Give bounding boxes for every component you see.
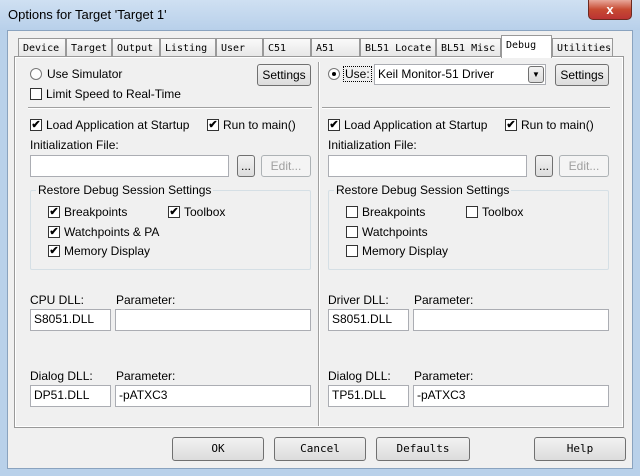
divider <box>318 62 320 426</box>
browse-button[interactable]: ... <box>535 155 553 177</box>
parameter-label: Parameter: <box>116 293 176 307</box>
separator <box>28 107 312 109</box>
watchpoints-label: Watchpoints & PA <box>64 225 160 239</box>
init-file-label: Initialization File: <box>328 138 417 152</box>
tab-output[interactable]: Output <box>112 38 160 57</box>
memory-display-label: Memory Display <box>362 244 449 258</box>
load-application-checkbox[interactable]: ✔ <box>328 119 340 131</box>
load-application-label: Load Application at Startup <box>344 118 488 132</box>
watchpoints-label: Watchpoints <box>362 225 428 239</box>
use-simulator-label[interactable]: Use Simulator <box>47 67 122 81</box>
toolbox-label: Toolbox <box>184 205 226 219</box>
breakpoints-label: Breakpoints <box>64 205 128 219</box>
close-button[interactable]: x <box>588 0 632 20</box>
driver-select[interactable]: Keil Monitor-51 Driver <box>374 64 546 85</box>
dialog-dll-input[interactable]: TP51.DLL <box>328 385 409 407</box>
init-file-label: Initialization File: <box>30 138 119 152</box>
run-to-main-label: Run to main() <box>521 118 594 132</box>
parameter-input[interactable] <box>413 309 609 331</box>
dialog-dll-label: Dialog DLL: <box>30 369 93 383</box>
use-driver-label[interactable]: Use: <box>343 66 372 82</box>
toolbox-label: Toolbox <box>482 205 524 219</box>
memory-display-checkbox[interactable] <box>346 245 358 257</box>
tab-bl51-misc[interactable]: BL51 Misc <box>436 38 501 57</box>
breakpoints-checkbox[interactable] <box>346 206 358 218</box>
memory-display-checkbox[interactable]: ✔ <box>48 245 60 257</box>
edit-button[interactable]: Edit... <box>261 155 311 177</box>
restore-session-title: Restore Debug Session Settings <box>334 183 512 197</box>
breakpoints-checkbox[interactable]: ✔ <box>48 206 60 218</box>
settings-button[interactable]: Settings <box>555 64 609 86</box>
cancel-button[interactable]: Cancel <box>274 437 366 461</box>
driver-select-value: Keil Monitor-51 Driver <box>378 67 495 81</box>
tab-target[interactable]: Target <box>66 38 112 57</box>
toolbox-checkbox[interactable]: ✔ <box>168 206 180 218</box>
dialog-dll-label: Dialog DLL: <box>328 369 391 383</box>
load-application-checkbox[interactable]: ✔ <box>30 119 42 131</box>
dll-input[interactable]: S8051.DLL <box>328 309 409 331</box>
dll-label: CPU DLL: <box>30 293 85 307</box>
ok-button[interactable]: OK <box>172 437 264 461</box>
init-file-input[interactable] <box>328 155 527 177</box>
tab-listing[interactable]: Listing <box>160 38 216 57</box>
parameter-input[interactable] <box>115 309 311 331</box>
breakpoints-label: Breakpoints <box>362 205 426 219</box>
restore-session-title: Restore Debug Session Settings <box>36 183 214 197</box>
tab-utilities[interactable]: Utilities <box>552 38 613 57</box>
toolbox-checkbox[interactable] <box>466 206 478 218</box>
chevron-down-icon[interactable]: ▼ <box>528 66 544 83</box>
parameter-label: Parameter: <box>414 293 474 307</box>
dialog-parameter-label: Parameter: <box>116 369 176 383</box>
watchpoints-checkbox[interactable]: ✔ <box>48 226 60 238</box>
defaults-button[interactable]: Defaults <box>376 437 470 461</box>
use-simulator-radio[interactable] <box>30 68 42 80</box>
init-file-input[interactable] <box>30 155 229 177</box>
dialog-dll-input[interactable]: DP51.DLL <box>30 385 111 407</box>
dll-input[interactable]: S8051.DLL <box>30 309 111 331</box>
load-application-label: Load Application at Startup <box>46 118 190 132</box>
settings-button[interactable]: Settings <box>257 64 311 86</box>
dll-label: Driver DLL: <box>328 293 389 307</box>
tab-c51[interactable]: C51 <box>263 38 311 57</box>
run-to-main-checkbox[interactable]: ✔ <box>505 119 517 131</box>
tab-a51[interactable]: A51 <box>311 38 360 57</box>
limit-speed-checkbox[interactable] <box>30 88 42 100</box>
edit-button[interactable]: Edit... <box>559 155 609 177</box>
tab-user[interactable]: User <box>216 38 263 57</box>
use-driver-radio[interactable] <box>328 68 340 80</box>
window-title: Options for Target 'Target 1' <box>8 7 167 22</box>
tab-bl51-locate[interactable]: BL51 Locate <box>360 38 436 57</box>
tab-debug[interactable]: Debug <box>501 35 552 58</box>
separator <box>322 107 610 109</box>
tab-device[interactable]: Device <box>18 38 66 57</box>
memory-display-label: Memory Display <box>64 244 151 258</box>
dialog-parameter-label: Parameter: <box>414 369 474 383</box>
run-to-main-checkbox[interactable]: ✔ <box>207 119 219 131</box>
run-to-main-label: Run to main() <box>223 118 296 132</box>
browse-button[interactable]: ... <box>237 155 255 177</box>
watchpoints-checkbox[interactable] <box>346 226 358 238</box>
dialog-parameter-input[interactable]: -pATXC3 <box>413 385 609 407</box>
dialog-parameter-input[interactable]: -pATXC3 <box>115 385 311 407</box>
limit-speed-label: Limit Speed to Real-Time <box>46 87 181 101</box>
help-button[interactable]: Help <box>534 437 626 461</box>
